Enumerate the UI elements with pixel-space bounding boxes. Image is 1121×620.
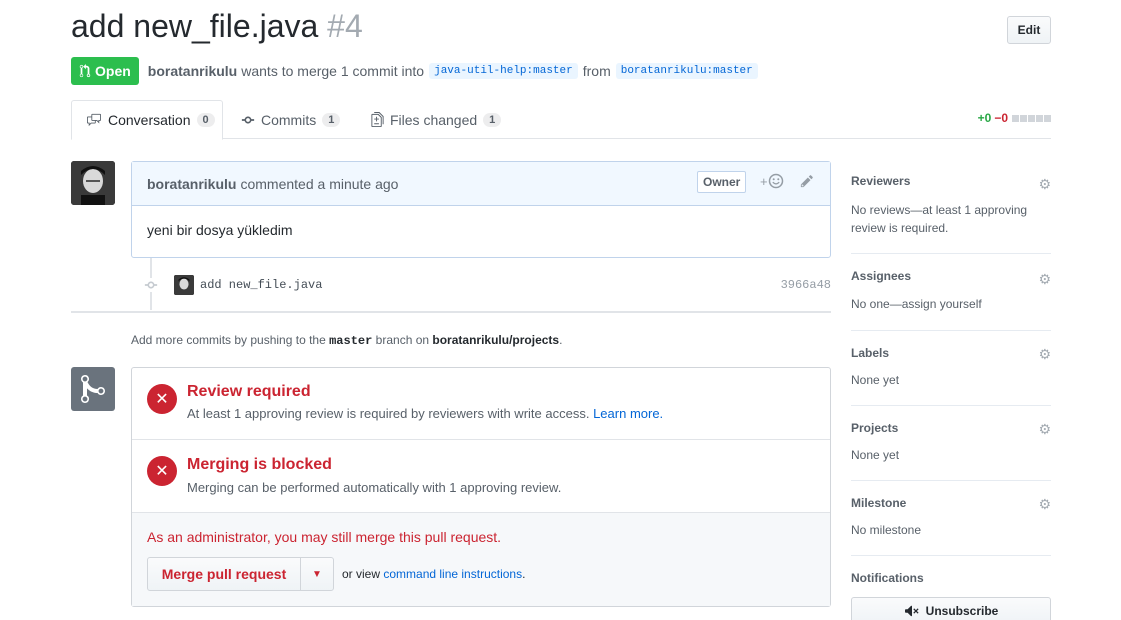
commit-sha-link[interactable]: 3966a48 <box>781 278 831 292</box>
mute-icon <box>904 605 919 617</box>
tab-label: Conversation <box>108 112 191 128</box>
sidebar-projects: Projects ⚙ None yet <box>851 406 1051 481</box>
tab-count: 1 <box>322 112 341 127</box>
comment-time[interactable]: a minute ago <box>318 176 399 192</box>
pr-number: #4 <box>327 8 363 44</box>
pr-title-text: add new_file.java <box>71 8 319 44</box>
smiley-icon <box>768 173 783 189</box>
push-hint-suffix: . <box>559 333 563 347</box>
diff-icon <box>371 112 384 127</box>
divider <box>71 311 831 313</box>
tab-count: 1 <box>483 112 502 127</box>
sidebar-reviewers: Reviewers ⚙ No reviews—at least 1 approv… <box>851 162 1051 254</box>
comment-body: yeni bir dosya yükledim <box>147 222 293 238</box>
pr-author-link[interactable]: boratanrikulu <box>148 63 237 79</box>
status-label: Open <box>95 63 131 79</box>
command-line-instructions-link[interactable]: command line instructions <box>383 567 522 581</box>
push-hint: Add more commits by pushing to the maste… <box>131 333 562 348</box>
additions-count: +0 <box>977 111 992 125</box>
learn-more-link[interactable]: Learn more. <box>593 406 663 421</box>
sidebar-labels: Labels ⚙ None yet <box>851 331 1051 406</box>
sidebar-heading[interactable]: Labels <box>851 346 889 360</box>
status-description: At least 1 approving review is required … <box>187 406 663 421</box>
comment: boratanrikulu commented a minute ago Own… <box>131 161 831 258</box>
sidebar-notifications-heading: Notifications <box>851 571 924 585</box>
diffstat-blocks <box>1011 111 1051 125</box>
edit-comment-button[interactable] <box>800 174 814 191</box>
sidebar-text: None yet <box>851 448 900 462</box>
period: . <box>522 567 526 581</box>
pencil-icon <box>800 175 813 188</box>
sidebar-heading[interactable]: Reviewers <box>851 174 910 188</box>
sidebar-assignees: Assignees ⚙ No one—assign yourself <box>851 254 1051 331</box>
admin-merge-section: As an administrator, you may still merge… <box>132 513 830 606</box>
merge-pull-request-button[interactable]: Merge pull request <box>147 557 301 591</box>
sidebar-text: None yet <box>851 373 900 387</box>
tab-count: 0 <box>196 113 215 127</box>
deletions-count: −0 <box>994 111 1008 125</box>
commit-message-link[interactable]: add new_file.java <box>200 278 322 292</box>
gear-icon[interactable]: ⚙ <box>1038 176 1051 193</box>
sidebar-text[interactable]: No one—assign yourself <box>851 295 982 313</box>
page-title: add new_file.java #4 <box>71 8 363 45</box>
push-hint-prefix: Add more commits by pushing to the <box>131 333 326 347</box>
commit-row: add new_file.java 3966a48 <box>140 272 831 298</box>
add-reaction-button[interactable]: + <box>760 173 784 189</box>
git-merge-icon <box>71 367 115 411</box>
sidebar-heading[interactable]: Projects <box>851 421 898 435</box>
avatar[interactable] <box>71 161 115 205</box>
review-desc-text: At least 1 approving review is required … <box>187 406 590 421</box>
comment-action: commented <box>240 175 314 192</box>
git-commit-icon <box>241 116 255 123</box>
tab-label: Files changed <box>390 111 478 128</box>
from-text: from <box>582 63 611 79</box>
pr-tabs: Conversation 0 Commits 1 Files changed 1 <box>71 100 1051 140</box>
diffstat: +0 −0 <box>978 111 1051 125</box>
push-hint-branch: master <box>329 334 373 348</box>
gear-icon[interactable]: ⚙ <box>1038 496 1051 513</box>
or-view-text: or view command line instructions. <box>342 567 525 581</box>
git-pull-request-icon <box>79 64 91 78</box>
comment-discussion-icon <box>87 113 101 127</box>
unsubscribe-label: Unsubscribe <box>925 604 999 618</box>
head-ref[interactable]: boratanrikulu:master <box>615 63 758 79</box>
push-hint-repo: boratanrikulu/projects <box>432 333 560 347</box>
git-commit-icon <box>140 278 162 292</box>
merge-options-dropdown[interactable]: ▼ <box>300 557 334 591</box>
gear-icon[interactable]: ⚙ <box>1038 421 1051 438</box>
merge-blocked-status: ✕ Merging is blocked Merging can be perf… <box>132 440 830 513</box>
status-title: Review required <box>187 383 311 400</box>
tab-files-changed[interactable]: Files changed 1 <box>371 100 502 139</box>
tab-label: Commits <box>261 111 317 128</box>
review-required-status: ✕ Review required At least 1 approving r… <box>132 368 830 440</box>
sidebar-text: No reviews—at least 1 approving review i… <box>851 203 1028 235</box>
merge-box: ✕ Review required At least 1 approving r… <box>131 367 831 607</box>
edit-button[interactable]: Edit <box>1007 16 1051 44</box>
or-view-label: or view <box>342 567 381 581</box>
status-description: Merging can be performed automatically w… <box>187 480 562 495</box>
x-icon: ✕ <box>147 384 177 414</box>
sidebar-text: No milestone <box>851 523 922 537</box>
triangle-down-icon: ▼ <box>312 568 322 580</box>
status-badge: Open <box>71 57 139 85</box>
owner-badge: Owner <box>697 171 747 193</box>
sidebar-heading[interactable]: Milestone <box>851 496 906 510</box>
pr-meta: Open boratanrikulu wants to merge 1 comm… <box>71 57 763 85</box>
commit-author-avatar[interactable] <box>174 275 194 295</box>
x-icon: ✕ <box>147 456 177 486</box>
status-title: Merging is blocked <box>187 456 332 473</box>
comment-author[interactable]: boratanrikulu <box>147 176 236 192</box>
tab-commits[interactable]: Commits 1 <box>241 100 341 139</box>
admin-message: As an administrator, you may still merge… <box>147 529 502 545</box>
merge-description: wants to merge 1 commit into <box>241 63 425 79</box>
push-hint-middle: branch on <box>375 333 430 347</box>
gear-icon[interactable]: ⚙ <box>1038 271 1051 288</box>
base-ref[interactable]: java-util-help:master <box>429 63 578 79</box>
sidebar-milestone: Milestone ⚙ No milestone <box>851 481 1051 556</box>
tab-conversation[interactable]: Conversation 0 <box>71 100 223 140</box>
comment-header: boratanrikulu commented a minute ago Own… <box>132 162 830 206</box>
gear-icon[interactable]: ⚙ <box>1038 346 1051 363</box>
unsubscribe-button[interactable]: Unsubscribe <box>851 597 1051 620</box>
sidebar-heading[interactable]: Assignees <box>851 269 911 283</box>
